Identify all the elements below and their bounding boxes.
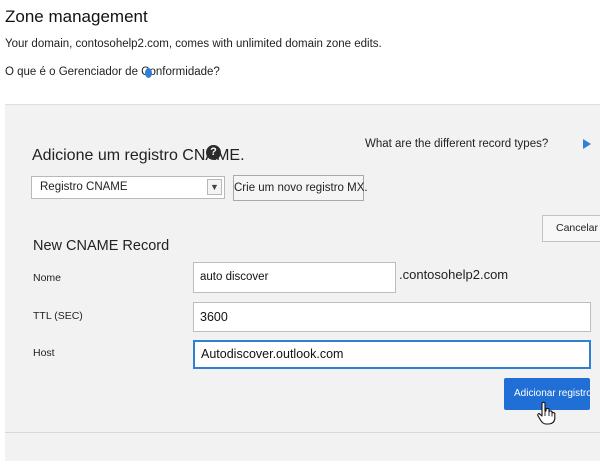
hand-cursor-icon: [537, 401, 556, 425]
domain-description: Your domain, contosohelp2.com, comes wit…: [5, 38, 382, 50]
page-header: Zone management Your domain, contosohelp…: [0, 0, 600, 104]
compliance-link[interactable]: O que é o Gerenciador de Conformidade?: [5, 66, 220, 78]
host-input-value: Autodiscover.outlook.com: [201, 347, 344, 361]
record-type-selected-value: Registro CNAME: [40, 181, 128, 193]
ttl-input-value: 3600: [200, 310, 228, 324]
record-types-link[interactable]: What are the different record types?: [365, 138, 548, 150]
domain-suffix: .contosohelp2.com: [399, 267, 509, 282]
info-dot-icon: [145, 68, 152, 78]
name-input[interactable]: auto discover: [193, 262, 396, 293]
page-title: Zone management: [5, 7, 148, 26]
play-arrow-icon[interactable]: [583, 139, 591, 149]
ttl-input[interactable]: 3600: [193, 302, 591, 332]
name-label: Nome: [33, 272, 62, 284]
panel-divider: [5, 432, 600, 433]
chevron-down-icon[interactable]: ▼: [207, 179, 222, 195]
record-type-select[interactable]: Registro CNAME ▼: [31, 176, 225, 199]
name-input-value: auto discover: [200, 271, 269, 283]
cancel-button[interactable]: Cancelar: [542, 215, 600, 242]
record-form-title: New CNAME Record: [33, 238, 170, 254]
ttl-label: TTL (SEC): [33, 310, 83, 322]
host-label: Host: [33, 347, 55, 359]
help-icon[interactable]: ?: [206, 145, 221, 160]
host-input[interactable]: Autodiscover.outlook.com: [193, 340, 591, 369]
create-mx-record-button[interactable]: Crie um novo registro MX.: [233, 175, 368, 201]
